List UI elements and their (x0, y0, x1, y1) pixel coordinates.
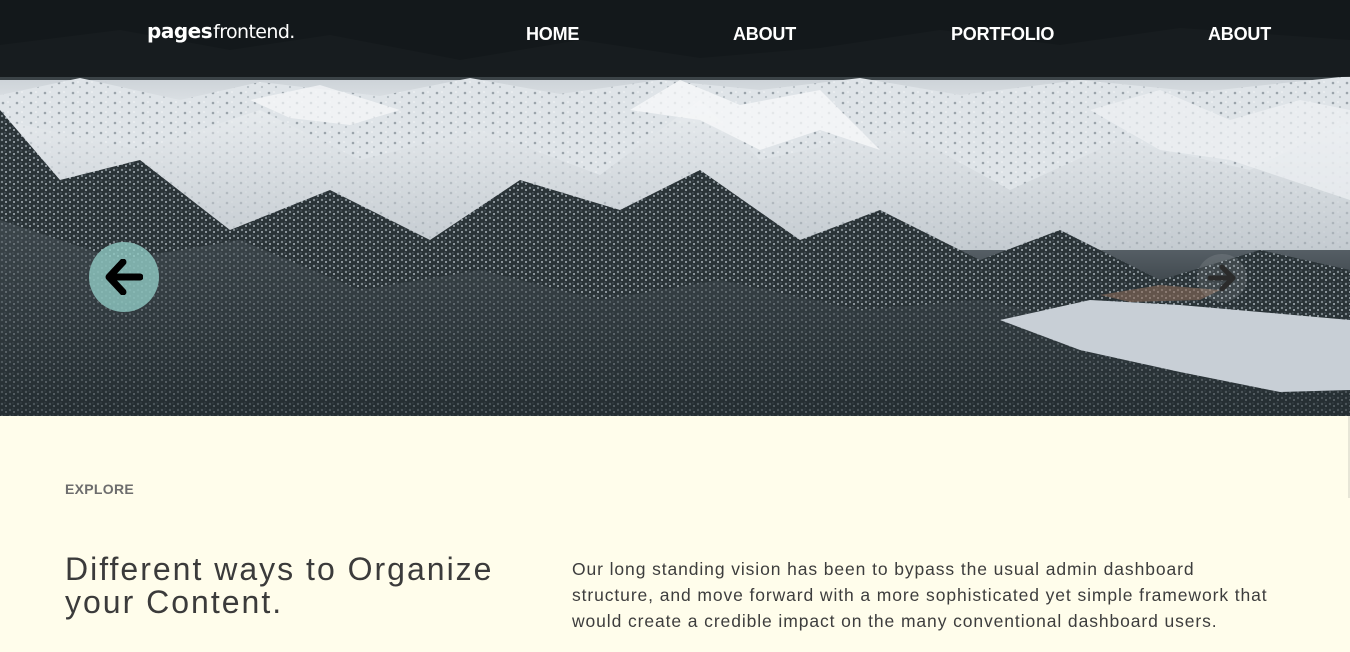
nav-about[interactable]: ABOUT (733, 24, 796, 45)
nav-home[interactable]: HOME (526, 24, 579, 45)
content-section: EXPLORE Different ways to Organize your … (0, 416, 1350, 652)
page: pagesfrontend. HOME ABOUT PORTFOLIO ABOU… (0, 0, 1350, 652)
carousel-prev-button[interactable] (89, 242, 159, 312)
section-eyebrow: EXPLORE (65, 481, 135, 497)
logo-bold-text: pages (147, 19, 213, 43)
nav-portfolio[interactable]: PORTFOLIO (951, 24, 1054, 45)
brand-logo[interactable]: pagesfrontend. (147, 19, 295, 47)
carousel-next-button[interactable] (1197, 254, 1247, 302)
hero-carousel: pagesfrontend. HOME ABOUT PORTFOLIO ABOU… (0, 0, 1350, 416)
arrow-right-icon (1207, 264, 1236, 292)
logo-light-text: frontend. (213, 21, 295, 43)
top-navbar: pagesfrontend. HOME ABOUT PORTFOLIO ABOU… (0, 0, 1350, 77)
section-heading: Different ways to Organize your Content. (65, 551, 494, 620)
nav-about-secondary[interactable]: ABOUT (1208, 24, 1271, 45)
section-body-text: Our long standing vision has been to byp… (572, 559, 1268, 631)
arrow-left-icon (105, 259, 143, 295)
